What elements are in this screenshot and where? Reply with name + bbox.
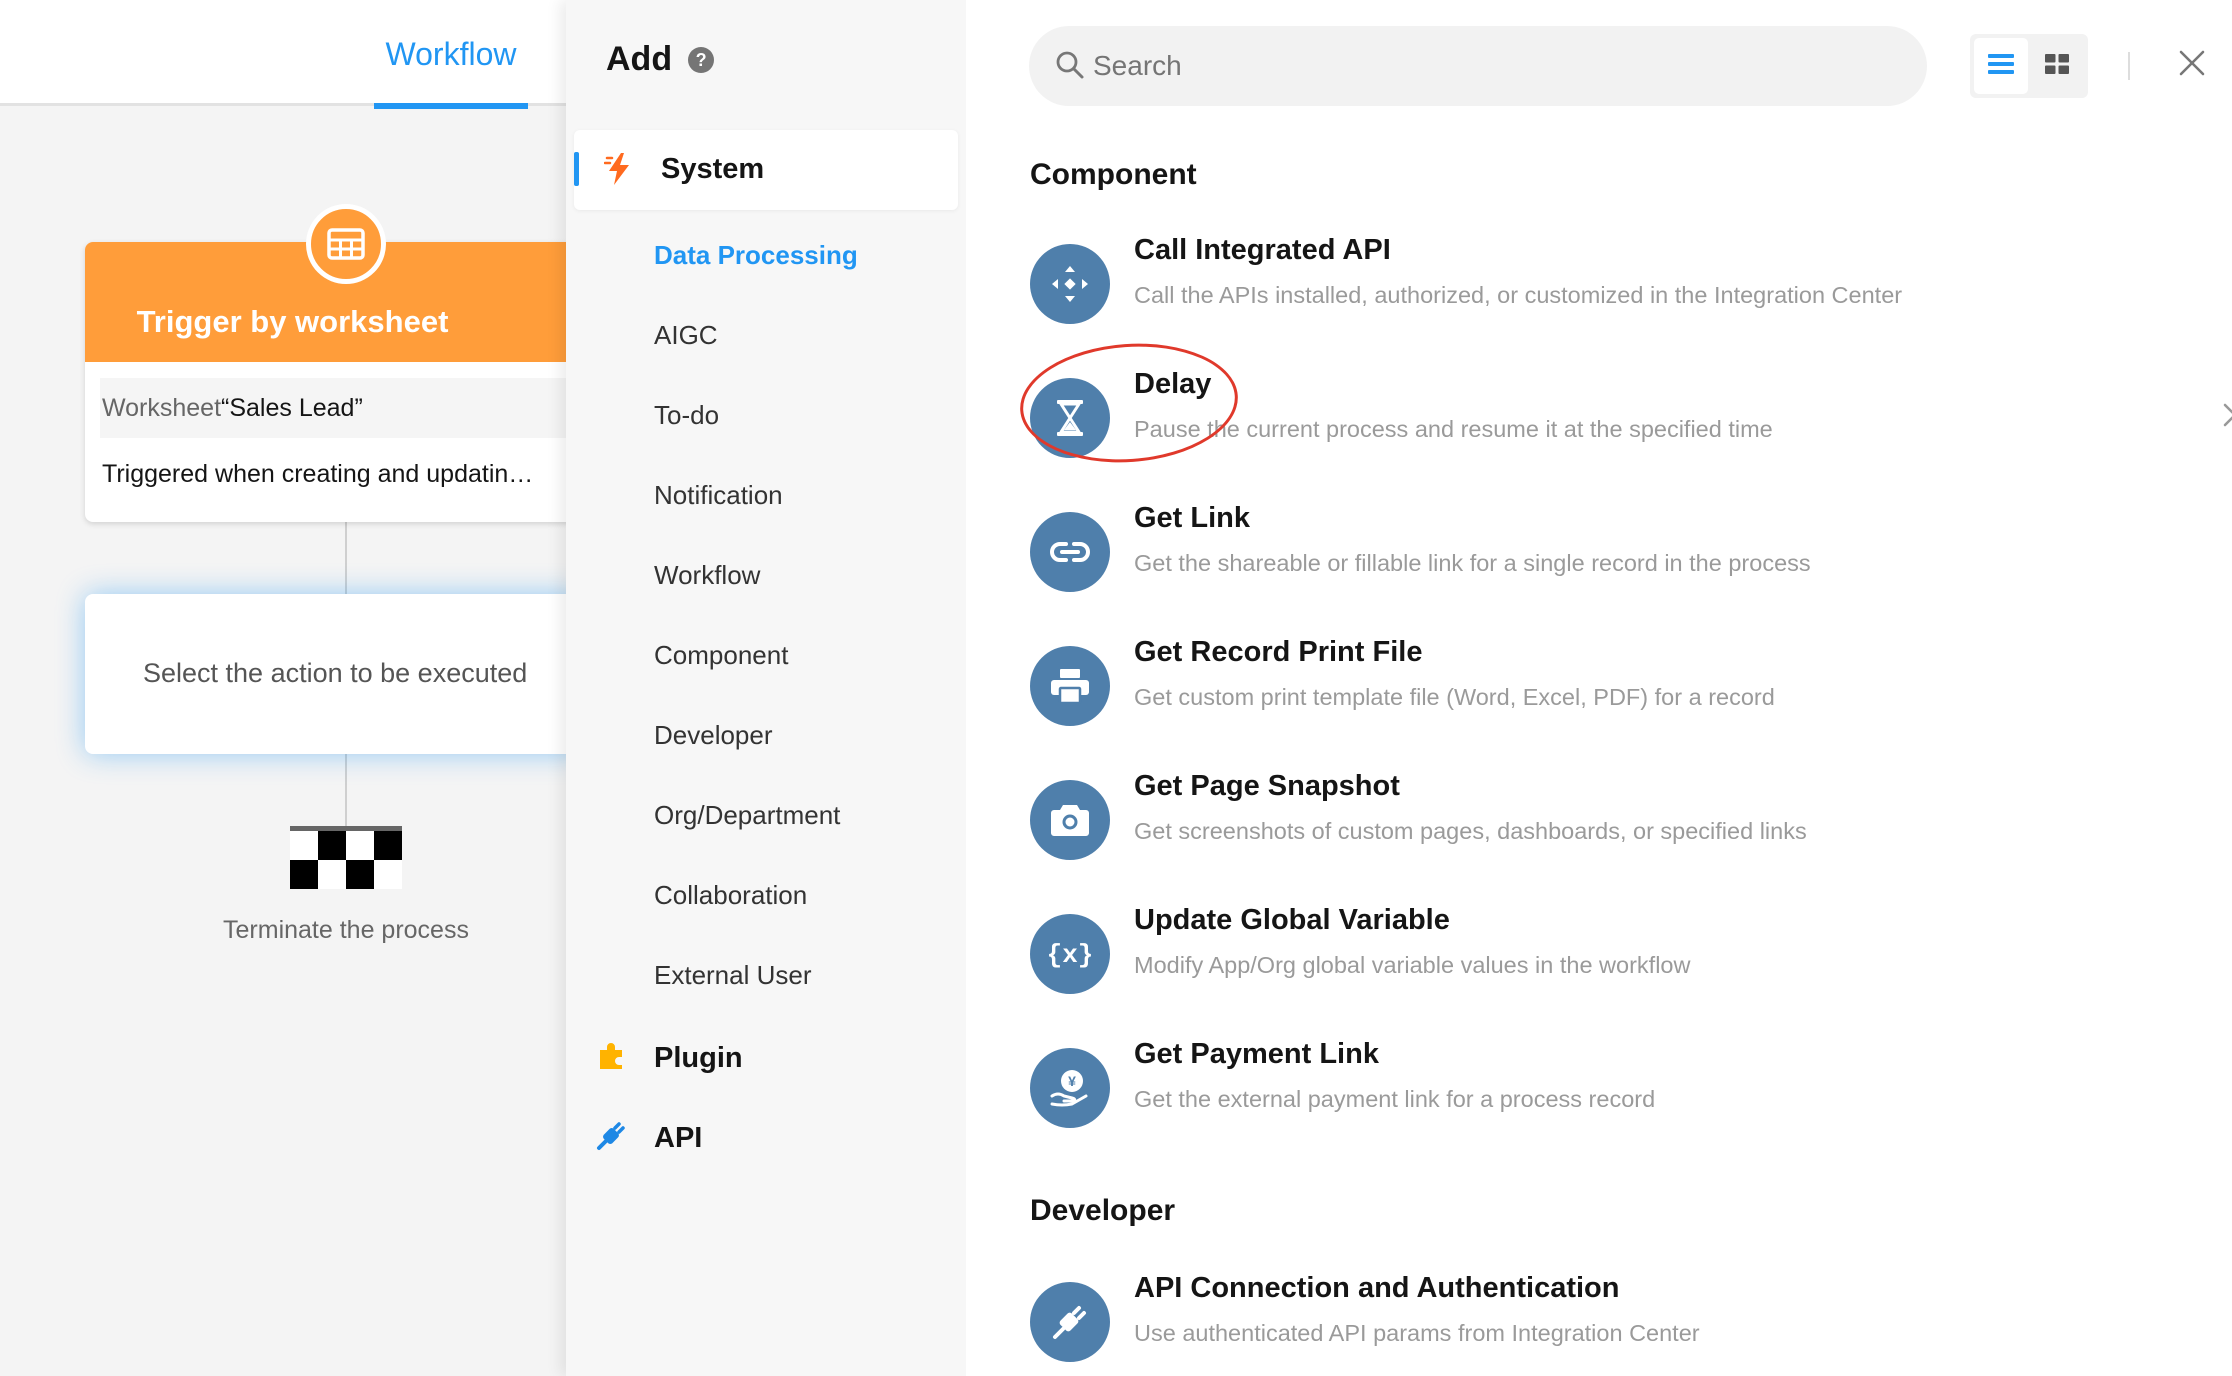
node-description: Get screenshots of custom pages, dashboa… — [1134, 818, 1807, 844]
printer-icon — [1030, 646, 1110, 726]
node-name: Get Record Print File — [1134, 636, 1423, 668]
section-title-developer: Developer — [1030, 1194, 1176, 1227]
section-title-component: Component — [1030, 158, 1197, 191]
link-icon — [1030, 512, 1110, 592]
chevron-right-icon[interactable] — [2222, 402, 2232, 433]
toolbar-divider — [2128, 52, 2130, 80]
node-name: Update Global Variable — [1134, 904, 1450, 936]
subcategory-component[interactable]: Component — [654, 640, 788, 671]
active-indicator — [574, 152, 579, 186]
plug-icon — [596, 1121, 626, 1156]
node-get-link[interactable]: Get Link Get the shareable or fillable l… — [1030, 502, 2190, 612]
hourglass-icon — [1030, 378, 1110, 458]
node-description: Call the APIs installed, authorized, or … — [1134, 282, 1903, 308]
subcategory-todo[interactable]: To-do — [654, 400, 719, 431]
list-view-button[interactable] — [1974, 38, 2028, 94]
grid-view-button[interactable] — [2030, 38, 2084, 94]
lightning-icon — [603, 152, 634, 191]
subcategory-data-processing[interactable]: Data Processing — [654, 240, 858, 271]
variable-icon: {x} — [1030, 914, 1110, 994]
node-description: Pause the current process and resume it … — [1134, 416, 1773, 442]
node-get-page-snapshot[interactable]: Get Page Snapshot Get screenshots of cus… — [1030, 770, 2190, 880]
action-placeholder-text: Select the action to be executed — [143, 658, 528, 688]
node-name: Delay — [1134, 368, 1212, 400]
subcategory-notification[interactable]: Notification — [654, 480, 783, 511]
finish-flag-icon — [290, 826, 402, 889]
view-toggle — [1970, 34, 2088, 98]
category-panel: Add ? System Data Processing AIGC To-do … — [566, 0, 966, 1376]
table-icon — [306, 204, 386, 284]
search-icon — [1055, 50, 1085, 85]
panel-title: Add ? — [606, 40, 715, 79]
node-list-panel: Component Call Integrated API Call the A… — [966, 0, 2232, 1376]
search-input[interactable] — [1093, 26, 1893, 106]
svg-text:¥: ¥ — [1068, 1073, 1076, 1089]
node-delay[interactable]: Delay Pause the current process and resu… — [1030, 368, 2232, 478]
tab-workflow-label: Workflow — [385, 36, 517, 72]
tab-active-indicator — [374, 103, 528, 109]
api-integration-icon — [1030, 244, 1110, 324]
workflow-canvas: Workflow Trigger by worksheet Worksheet“… — [0, 0, 585, 1376]
category-system[interactable]: System — [574, 130, 958, 210]
tab-workflow[interactable]: Workflow — [374, 0, 528, 109]
category-plugin[interactable]: Plugin — [596, 1038, 743, 1078]
node-description: Modify App/Org global variable values in… — [1134, 952, 1691, 978]
category-api-label: API — [654, 1121, 703, 1154]
camera-icon — [1030, 780, 1110, 860]
close-button[interactable] — [2172, 45, 2212, 85]
puzzle-icon — [596, 1041, 626, 1076]
node-name: Get Payment Link — [1134, 1038, 1379, 1070]
action-placeholder-node[interactable]: Select the action to be executed — [85, 594, 585, 754]
node-api-connection-authentication[interactable]: API Connection and Authentication Use au… — [1030, 1272, 2190, 1376]
node-description: Use authenticated API params from Integr… — [1134, 1320, 1700, 1346]
finish-label: Terminate the process — [223, 916, 469, 944]
subcategory-aigc[interactable]: AIGC — [654, 320, 718, 351]
trigger-description: Triggered when creating and updatin… — [102, 460, 534, 488]
category-api[interactable]: API — [596, 1118, 702, 1158]
svg-text:{x}: {x} — [1048, 940, 1092, 970]
subcategory-org-department[interactable]: Org/Department — [654, 800, 840, 831]
subcategory-collaboration[interactable]: Collaboration — [654, 880, 807, 911]
node-name: Call Integrated API — [1134, 234, 1391, 266]
help-icon[interactable]: ? — [688, 46, 715, 73]
subcategory-developer[interactable]: Developer — [654, 720, 773, 751]
search-box[interactable] — [1029, 26, 1927, 106]
trigger-worksheet: Worksheet“Sales Lead” — [100, 378, 585, 438]
node-name: Get Link — [1134, 502, 1251, 534]
node-description: Get the shareable or fillable link for a… — [1134, 550, 1811, 576]
connector-line — [345, 520, 347, 596]
node-get-record-print-file[interactable]: Get Record Print File Get custom print t… — [1030, 636, 2190, 746]
category-plugin-label: Plugin — [654, 1041, 743, 1074]
grid-view-icon — [2045, 53, 2069, 79]
node-call-integrated-api[interactable]: Call Integrated API Call the APIs instal… — [1030, 234, 2190, 344]
connector-line — [345, 752, 347, 830]
node-get-payment-link[interactable]: ¥ Get Payment Link Get the external paym… — [1030, 1038, 2190, 1148]
node-description: Get the external payment link for a proc… — [1134, 1086, 1656, 1112]
subcategory-workflow[interactable]: Workflow — [654, 560, 760, 591]
node-update-global-variable[interactable]: {x} Update Global Variable Modify App/Or… — [1030, 904, 2190, 1014]
node-name: API Connection and Authentication — [1134, 1272, 1620, 1304]
canvas-header: Workflow — [0, 0, 566, 109]
worksheet-name: “Sales Lead” — [221, 394, 363, 422]
subcategory-external-user[interactable]: External User — [654, 960, 812, 991]
close-icon — [2179, 50, 2205, 81]
list-view-icon — [1988, 53, 2014, 80]
node-name: Get Page Snapshot — [1134, 770, 1400, 802]
panel-title-text: Add — [606, 40, 673, 78]
plug-icon — [1030, 1282, 1110, 1362]
trigger-node[interactable]: Trigger by worksheet Worksheet“Sales Lea… — [85, 242, 585, 522]
payment-icon: ¥ — [1030, 1048, 1110, 1128]
category-system-label: System — [661, 153, 765, 185]
worksheet-prefix: Worksheet — [102, 394, 222, 422]
node-description: Get custom print template file (Word, Ex… — [1134, 684, 1775, 710]
